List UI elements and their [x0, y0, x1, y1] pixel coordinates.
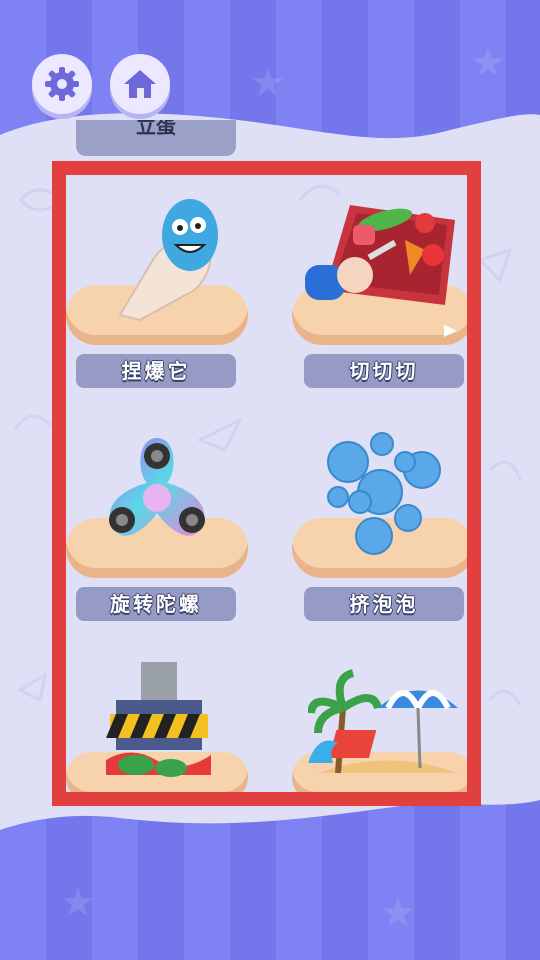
- partial-game-label-text: 立蛋: [136, 120, 176, 138]
- cutting-board-icon: [305, 205, 455, 305]
- home-icon: [124, 70, 156, 98]
- game-label: 捏爆它: [76, 354, 236, 388]
- squeeze-monster-icon: [118, 199, 218, 322]
- game-label: 切切切: [304, 354, 464, 388]
- game-label: 挤泡泡: [304, 587, 464, 621]
- hydraulic-press-icon: [106, 662, 211, 777]
- home-button[interactable]: [110, 54, 170, 114]
- beach-icon: [308, 669, 458, 774]
- bubbles-icon: [327, 432, 441, 555]
- game-label: 旋转陀螺: [76, 587, 236, 621]
- fidget-spinner-icon: [109, 438, 205, 536]
- gear-icon: [45, 67, 79, 101]
- partial-game-label[interactable]: 立蛋: [76, 120, 236, 156]
- settings-button[interactable]: [32, 54, 92, 114]
- play-icon: ▶: [444, 320, 457, 339]
